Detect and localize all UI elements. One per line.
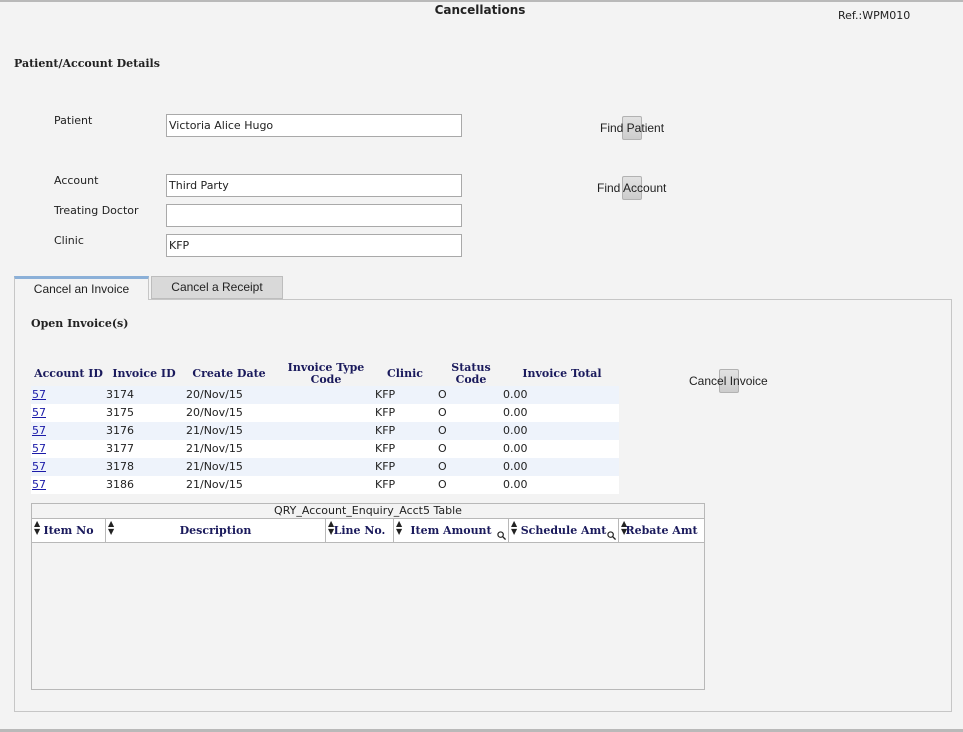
patient-label: Patient [54, 114, 93, 127]
open-invoices-title: Open Invoice(s) [31, 317, 129, 330]
clinic: KFP [375, 442, 396, 455]
col-description-label: Description [179, 524, 252, 537]
clinic-field[interactable]: KFP [166, 234, 462, 257]
col-item-no-label: Item No [43, 524, 94, 537]
clinic-label: Clinic [54, 234, 84, 247]
col-item-amount-label: Item Amount [410, 524, 492, 537]
col-line-no-label: Line No. [333, 524, 386, 537]
invoice-id: 3174 [106, 388, 134, 401]
create-date: 20/Nov/15 [186, 388, 243, 401]
find-patient-button[interactable]: Find Patient [600, 116, 664, 140]
status-code: O [438, 478, 447, 491]
invoice-row[interactable]: 57 3174 20/Nov/15 KFP O 0.00 [31, 386, 619, 404]
col-rebate-amt-label: Rebate Amt [625, 524, 698, 537]
col-invoice-total[interactable]: Invoice Total [512, 368, 612, 380]
patient-field[interactable]: Victoria Alice Hugo [166, 114, 462, 137]
col-item-no[interactable]: ▲ ▼ Item No [32, 519, 106, 543]
col-description[interactable]: ▲ ▼ Description [106, 519, 326, 543]
invoice-id: 3186 [106, 478, 134, 491]
account-label: Account [54, 174, 99, 187]
invoice-id: 3175 [106, 406, 134, 419]
page-reference: Ref.:WPM010 [838, 9, 911, 22]
page-title: Cancellations [434, 3, 526, 17]
tab-cancel-receipt[interactable]: Cancel a Receipt [151, 276, 283, 299]
col-clinic[interactable]: Clinic [378, 368, 432, 380]
status-code: O [438, 406, 447, 419]
find-patient-label: Find Patient [600, 121, 665, 135]
cancel-invoice-button[interactable]: Cancel Invoice [689, 369, 768, 393]
account-id-link[interactable]: 57 [32, 442, 46, 455]
invoice-id: 3178 [106, 460, 134, 473]
col-create-date[interactable]: Create Date [184, 368, 274, 380]
account-id-link[interactable]: 57 [32, 388, 46, 401]
col-account-id[interactable]: Account ID [31, 368, 106, 380]
invoice-total: 0.00 [503, 478, 528, 491]
clinic: KFP [375, 388, 396, 401]
col-schedule-amt-label: Schedule Amt [520, 524, 607, 537]
account-id-link[interactable]: 57 [32, 478, 46, 491]
account-id-link[interactable]: 57 [32, 460, 46, 473]
create-date: 21/Nov/15 [186, 442, 243, 455]
cancel-invoice-label: Cancel Invoice [689, 374, 768, 388]
invoice-total: 0.00 [503, 424, 528, 437]
treating-doctor-field[interactable] [166, 204, 462, 227]
create-date: 21/Nov/15 [186, 478, 243, 491]
invoice-id: 3176 [106, 424, 134, 437]
tab-cancel-invoice[interactable]: Cancel an Invoice [14, 276, 149, 300]
invoice-row[interactable]: 57 3175 20/Nov/15 KFP O 0.00 [31, 404, 619, 422]
create-date: 21/Nov/15 [186, 460, 243, 473]
status-code: O [438, 460, 447, 473]
account-field[interactable]: Third Party [166, 174, 462, 197]
query-table: QRY_Account_Enquiry_Acct5 Table ▲ ▼ Item … [31, 503, 705, 690]
treating-doctor-label: Treating Doctor [54, 204, 139, 217]
top-border [0, 0, 963, 2]
create-date: 20/Nov/15 [186, 406, 243, 419]
find-account-button[interactable]: Find Account [597, 176, 666, 200]
invoice-total: 0.00 [503, 406, 528, 419]
account-id-link[interactable]: 57 [32, 424, 46, 437]
invoice-row[interactable]: 57 3178 21/Nov/15 KFP O 0.00 [31, 458, 619, 476]
col-status-code[interactable]: Status Code [440, 362, 502, 386]
invoice-total: 0.00 [503, 388, 528, 401]
account-id-link[interactable]: 57 [32, 406, 46, 419]
col-item-amount[interactable]: ▲ ▼ Item Amount [394, 519, 509, 543]
status-code: O [438, 388, 447, 401]
query-table-caption: QRY_Account_Enquiry_Acct5 Table [274, 504, 462, 517]
col-status-line2: Code [455, 373, 487, 386]
section-title: Patient/Account Details [14, 57, 160, 70]
search-icon[interactable] [607, 531, 616, 540]
clinic: KFP [375, 478, 396, 491]
col-invoice-type-line2: Code [310, 373, 342, 386]
invoice-id: 3177 [106, 442, 134, 455]
invoice-row[interactable]: 57 3176 21/Nov/15 KFP O 0.00 [31, 422, 619, 440]
clinic: KFP [375, 460, 396, 473]
invoice-total: 0.00 [503, 442, 528, 455]
col-invoice-type-code[interactable]: Invoice Type Code [278, 362, 374, 386]
col-schedule-amt[interactable]: ▲ ▼ Schedule Amt [509, 519, 619, 543]
status-code: O [438, 442, 447, 455]
invoice-row[interactable]: 57 3177 21/Nov/15 KFP O 0.00 [31, 440, 619, 458]
find-account-label: Find Account [597, 181, 667, 195]
status-code: O [438, 424, 447, 437]
clinic: KFP [375, 406, 396, 419]
invoice-row[interactable]: 57 3186 21/Nov/15 KFP O 0.00 [31, 476, 619, 494]
query-table-header: ▲ ▼ Item No ▲ ▼ Description ▲ ▼ Line No. ▲ ▼… [32, 518, 704, 543]
col-rebate-amt[interactable]: ▲ ▼ Rebate Amt [619, 519, 704, 543]
clinic: KFP [375, 424, 396, 437]
col-line-no[interactable]: ▲ ▼ Line No. [326, 519, 394, 543]
invoice-total: 0.00 [503, 460, 528, 473]
search-icon[interactable] [497, 531, 506, 540]
col-invoice-id[interactable]: Invoice ID [108, 368, 180, 380]
create-date: 21/Nov/15 [186, 424, 243, 437]
